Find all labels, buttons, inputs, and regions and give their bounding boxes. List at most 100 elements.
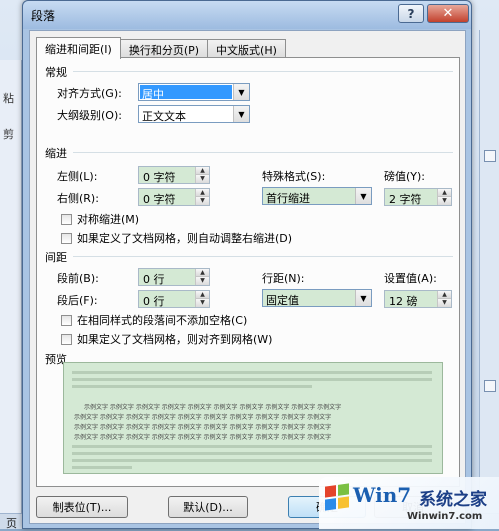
- section-indent-title: 缩进: [45, 147, 67, 160]
- checkbox-box[interactable]: [61, 213, 72, 225]
- spacing-before-spinner[interactable]: 0 行 ▲ ▼: [138, 268, 210, 286]
- indent-right-label: 右侧(R):: [57, 192, 99, 205]
- chevron-down-icon: ▼: [233, 84, 249, 100]
- indent-by-label: 磅值(Y):: [384, 170, 426, 183]
- auto-adjust-right-indent-checkbox[interactable]: 如果定义了文档网格，则自动调整右缩进(D): [61, 230, 292, 246]
- background-glyph: 粘: [3, 92, 14, 105]
- spacing-before-label: 段前(B):: [57, 272, 99, 285]
- line-spacing-value: 固定值: [266, 294, 299, 307]
- spin-down-icon[interactable]: ▼: [196, 299, 209, 307]
- spacing-after-label: 段后(F):: [57, 294, 98, 307]
- section-divider: [73, 256, 453, 257]
- spacing-after-spinner[interactable]: 0 行 ▲ ▼: [138, 290, 210, 308]
- preview-next-line: [72, 459, 432, 462]
- mirror-indents-label: 对称缩进(M): [77, 213, 140, 226]
- special-indent-label: 特殊格式(S):: [262, 170, 326, 183]
- section-divider: [73, 71, 453, 72]
- line-spacing-at-value: 12 磅: [389, 295, 418, 308]
- paragraph-preview: 示例文字 示例文字 示例文字 示例文字 示例文字 示例文字 示例文字 示例文字 …: [63, 362, 443, 474]
- spin-down-icon[interactable]: ▼: [196, 175, 209, 183]
- spacing-before-value: 0 行: [143, 273, 165, 286]
- alignment-select[interactable]: 居中 ▼: [138, 83, 250, 101]
- spin-down-icon[interactable]: ▼: [438, 299, 451, 307]
- background-glyph: 剪: [3, 128, 14, 141]
- close-button[interactable]: ✕: [427, 4, 469, 23]
- checkbox-box[interactable]: [61, 314, 72, 326]
- preview-next-line: [72, 445, 432, 448]
- windows-flag-icon: [325, 483, 349, 511]
- dialog-client: 缩进和间距(I) 换行和分页(P) 中文版式(H) 常规 对齐方式(G): 居中…: [29, 30, 466, 524]
- preview-prev-line: [72, 371, 432, 374]
- outline-level-select[interactable]: 正文文本 ▼: [138, 105, 250, 123]
- spin-up-icon[interactable]: ▲: [438, 291, 451, 299]
- auto-adjust-right-indent-label: 如果定义了文档网格，则自动调整右缩进(D): [77, 232, 293, 245]
- line-spacing-label: 行距(N):: [262, 272, 305, 285]
- section-general-title: 常规: [45, 66, 67, 79]
- chevron-down-icon: ▼: [233, 106, 249, 122]
- ruler-icon: [484, 150, 496, 162]
- watermark-brand: Win7: [353, 483, 412, 507]
- spin-up-icon[interactable]: ▲: [438, 189, 451, 197]
- spin-up-icon[interactable]: ▲: [196, 189, 209, 197]
- background-scrollbar-right: [479, 30, 499, 529]
- line-spacing-at-spinner[interactable]: 12 磅 ▲ ▼: [384, 290, 452, 308]
- dialog-title: 段落: [31, 9, 56, 23]
- indent-right-spinner[interactable]: 0 字符 ▲ ▼: [138, 188, 210, 206]
- mirror-indents-checkbox[interactable]: 对称缩进(M): [61, 211, 139, 227]
- outline-level-label: 大纲级别(O):: [57, 109, 122, 122]
- alignment-value: 居中: [140, 85, 232, 101]
- checkbox-box[interactable]: [61, 333, 72, 345]
- special-indent-select[interactable]: 首行缩进 ▼: [262, 187, 372, 205]
- indent-left-label: 左侧(L):: [57, 170, 98, 183]
- outline-level-value: 正文文本: [142, 110, 186, 123]
- no-space-same-style-checkbox[interactable]: 在相同样式的段落间不添加空格(C): [61, 312, 247, 328]
- watermark-logo: Win7 系统之家 Winwin7.com: [319, 477, 499, 529]
- indent-left-spinner[interactable]: 0 字符 ▲ ▼: [138, 166, 210, 184]
- spacing-after-value: 0 行: [143, 295, 165, 308]
- dialog-titlebar: 段落 ? ✕: [23, 1, 471, 29]
- section-divider: [73, 152, 453, 153]
- tab-indents-spacing[interactable]: 缩进和间距(I): [36, 37, 121, 59]
- set-default-button[interactable]: 默认(D)...: [168, 496, 248, 518]
- preview-prev-line: [72, 378, 432, 381]
- line-spacing-select[interactable]: 固定值 ▼: [262, 289, 372, 307]
- question-mark-icon: ?: [407, 6, 415, 21]
- watermark-url: Winwin7.com: [407, 511, 483, 522]
- preview-sample-text: 示例文字 示例文字 示例文字 示例文字 示例文字 示例文字 示例文字 示例文字 …: [74, 414, 332, 421]
- preview-next-line: [72, 452, 432, 455]
- checkbox-box[interactable]: [61, 232, 72, 244]
- close-x-icon: ✕: [442, 6, 454, 21]
- chevron-down-icon: ▼: [355, 290, 371, 306]
- preview-sample-text: 示例文字 示例文字 示例文字 示例文字 示例文字 示例文字 示例文字 示例文字 …: [84, 404, 342, 411]
- help-button[interactable]: ?: [398, 4, 424, 23]
- indent-left-value: 0 字符: [143, 171, 176, 184]
- preview-next-line: [72, 466, 132, 469]
- watermark-cn-text: 系统之家: [419, 490, 487, 510]
- preview-prev-line: [72, 385, 312, 388]
- paragraph-dialog: 段落 ? ✕ 缩进和间距(I) 换行和分页(P) 中文版式(H) 常规 对齐方式…: [22, 0, 472, 529]
- indent-right-value: 0 字符: [143, 193, 176, 206]
- spin-up-icon[interactable]: ▲: [196, 291, 209, 299]
- scroll-thumb: [484, 380, 496, 392]
- spin-up-icon[interactable]: ▲: [196, 269, 209, 277]
- special-indent-value: 首行缩进: [266, 192, 310, 205]
- snap-to-grid-label: 如果定义了文档网格，则对齐到网格(W): [77, 333, 273, 346]
- spin-down-icon[interactable]: ▼: [196, 277, 209, 285]
- line-spacing-at-label: 设置值(A):: [384, 272, 437, 285]
- no-space-same-style-label: 在相同样式的段落间不添加空格(C): [77, 314, 248, 327]
- section-spacing-title: 间距: [45, 251, 67, 264]
- alignment-label: 对齐方式(G):: [57, 87, 122, 100]
- preview-sample-text: 示例文字 示例文字 示例文字 示例文字 示例文字 示例文字 示例文字 示例文字 …: [74, 434, 332, 441]
- tabs-button[interactable]: 制表位(T)...: [36, 496, 128, 518]
- snap-to-grid-checkbox[interactable]: 如果定义了文档网格，则对齐到网格(W): [61, 331, 272, 347]
- spin-up-icon[interactable]: ▲: [196, 167, 209, 175]
- preview-sample-text: 示例文字 示例文字 示例文字 示例文字 示例文字 示例文字 示例文字 示例文字 …: [74, 424, 332, 431]
- tab-line-page-breaks[interactable]: 换行和分页(P): [119, 39, 209, 58]
- tab-strip: 缩进和间距(I) 换行和分页(P) 中文版式(H): [36, 37, 286, 59]
- spin-down-icon[interactable]: ▼: [196, 197, 209, 205]
- indent-by-value: 2 字符: [389, 193, 422, 206]
- tab-asian-typography[interactable]: 中文版式(H): [207, 39, 286, 58]
- indent-by-spinner[interactable]: 2 字符 ▲ ▼: [384, 188, 452, 206]
- spin-down-icon[interactable]: ▼: [438, 197, 451, 205]
- background-ribbon-left: 粘 剪: [0, 60, 22, 529]
